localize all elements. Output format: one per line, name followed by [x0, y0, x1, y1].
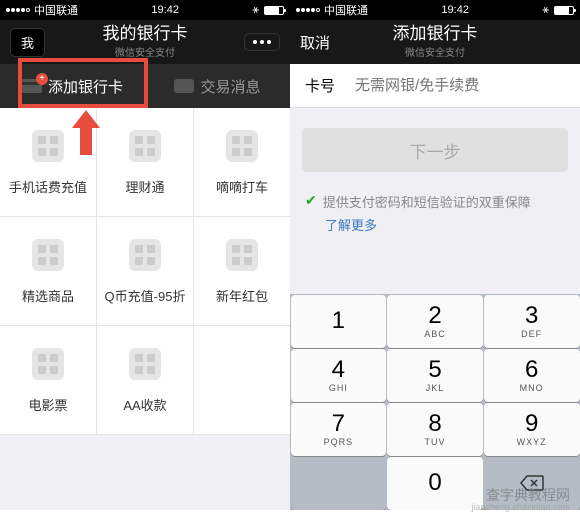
app-icon — [129, 239, 161, 271]
page-subtitle: 微信安全支付 — [290, 44, 580, 59]
app-icon — [129, 130, 161, 162]
tab-transactions[interactable]: 交易消息 — [145, 64, 290, 108]
carrier-label: 中国联通 — [34, 2, 78, 18]
signal-dots — [6, 8, 30, 12]
key-blank — [291, 457, 387, 510]
key-0[interactable]: 0 — [387, 457, 483, 510]
card-number-label: 卡号 — [305, 75, 355, 96]
key-4[interactable]: 4GHI — [291, 349, 387, 402]
key-7[interactable]: 7PQRS — [291, 403, 387, 456]
status-bar: 中国联通 19:42 ⚹ — [290, 0, 580, 20]
plus-badge-icon: + — [36, 73, 48, 85]
app-icon — [32, 130, 64, 162]
card-icon: + — [22, 79, 42, 93]
app-icon — [226, 239, 258, 271]
learn-more-link[interactable]: 了解更多 — [290, 211, 580, 234]
nav-bar: 我 我的银行卡 微信安全支付 — [0, 20, 290, 64]
shield-icon: ✔ — [305, 192, 317, 209]
grid-item-qcoin[interactable]: Q币充值-95折 — [97, 217, 194, 325]
screen-add-card: 中国联通 19:42 ⚹ 取消 添加银行卡 微信安全支付 卡号 下一步 ✔ 提供… — [290, 0, 580, 510]
next-button[interactable]: 下一步 — [302, 128, 568, 172]
numeric-keypad: 1 2ABC 3DEF 4GHI 5JKL 6MNO 7PQRS 8TUV 9W… — [290, 294, 580, 510]
grid-item-empty — [194, 326, 290, 434]
app-icon — [32, 239, 64, 271]
battery-icon — [264, 6, 284, 15]
grid-item-didi[interactable]: 嘀嘀打车 — [194, 108, 290, 216]
more-button[interactable] — [244, 33, 280, 51]
security-text: 提供支付密码和短信验证的双重保障 — [323, 192, 531, 211]
app-icon — [226, 130, 258, 162]
key-8[interactable]: 8TUV — [387, 403, 483, 456]
battery-icon — [554, 6, 574, 15]
grid-item-featured[interactable]: 精选商品 — [0, 217, 97, 325]
tab-label: 交易消息 — [200, 76, 260, 97]
grid-item-hongbao[interactable]: 新年红包 — [194, 217, 290, 325]
bluetooth-icon: ⚹ — [542, 4, 549, 17]
card-number-input[interactable] — [355, 77, 565, 94]
grid-item-aa-pay[interactable]: AA收款 — [97, 326, 194, 434]
page-title: 添加银行卡 — [290, 25, 580, 42]
message-icon — [174, 79, 194, 93]
key-9[interactable]: 9WXYZ — [484, 403, 580, 456]
tab-add-card[interactable]: + 添加银行卡 — [0, 64, 145, 108]
key-5[interactable]: 5JKL — [387, 349, 483, 402]
grid-item-movie[interactable]: 电影票 — [0, 326, 97, 434]
key-3[interactable]: 3DEF — [484, 295, 580, 348]
tab-bar: + 添加银行卡 交易消息 — [0, 64, 290, 108]
time-label: 19:42 — [151, 4, 179, 16]
back-button[interactable]: 我 — [10, 28, 45, 57]
nav-bar: 取消 添加银行卡 微信安全支付 — [290, 20, 580, 64]
tab-label: 添加银行卡 — [48, 76, 123, 97]
status-bar: 中国联通 19:42 ⚹ — [0, 0, 290, 20]
grid-item-licaitong[interactable]: 理财通 — [97, 108, 194, 216]
key-6[interactable]: 6MNO — [484, 349, 580, 402]
key-2[interactable]: 2ABC — [387, 295, 483, 348]
key-1[interactable]: 1 — [291, 295, 387, 348]
carrier-label: 中国联通 — [324, 2, 368, 18]
signal-dots — [296, 8, 320, 12]
security-info: ✔ 提供支付密码和短信验证的双重保障 — [290, 192, 580, 211]
card-number-row[interactable]: 卡号 — [290, 64, 580, 108]
screen-my-cards: 中国联通 19:42 ⚹ 我 我的银行卡 微信安全支付 + 添加银行卡 交易消 — [0, 0, 290, 510]
app-icon — [129, 348, 161, 380]
watermark-url: jiaocheng.chazidian.com — [471, 502, 570, 512]
cancel-button[interactable]: 取消 — [300, 32, 330, 53]
services-grid: 手机话费充值 理财通 嘀嘀打车 精选商品 Q币充值-95折 新年红包 电影票 A… — [0, 108, 290, 435]
grid-item-phone-recharge[interactable]: 手机话费充值 — [0, 108, 97, 216]
time-label: 19:42 — [441, 4, 469, 16]
bluetooth-icon: ⚹ — [252, 4, 259, 17]
app-icon — [32, 348, 64, 380]
